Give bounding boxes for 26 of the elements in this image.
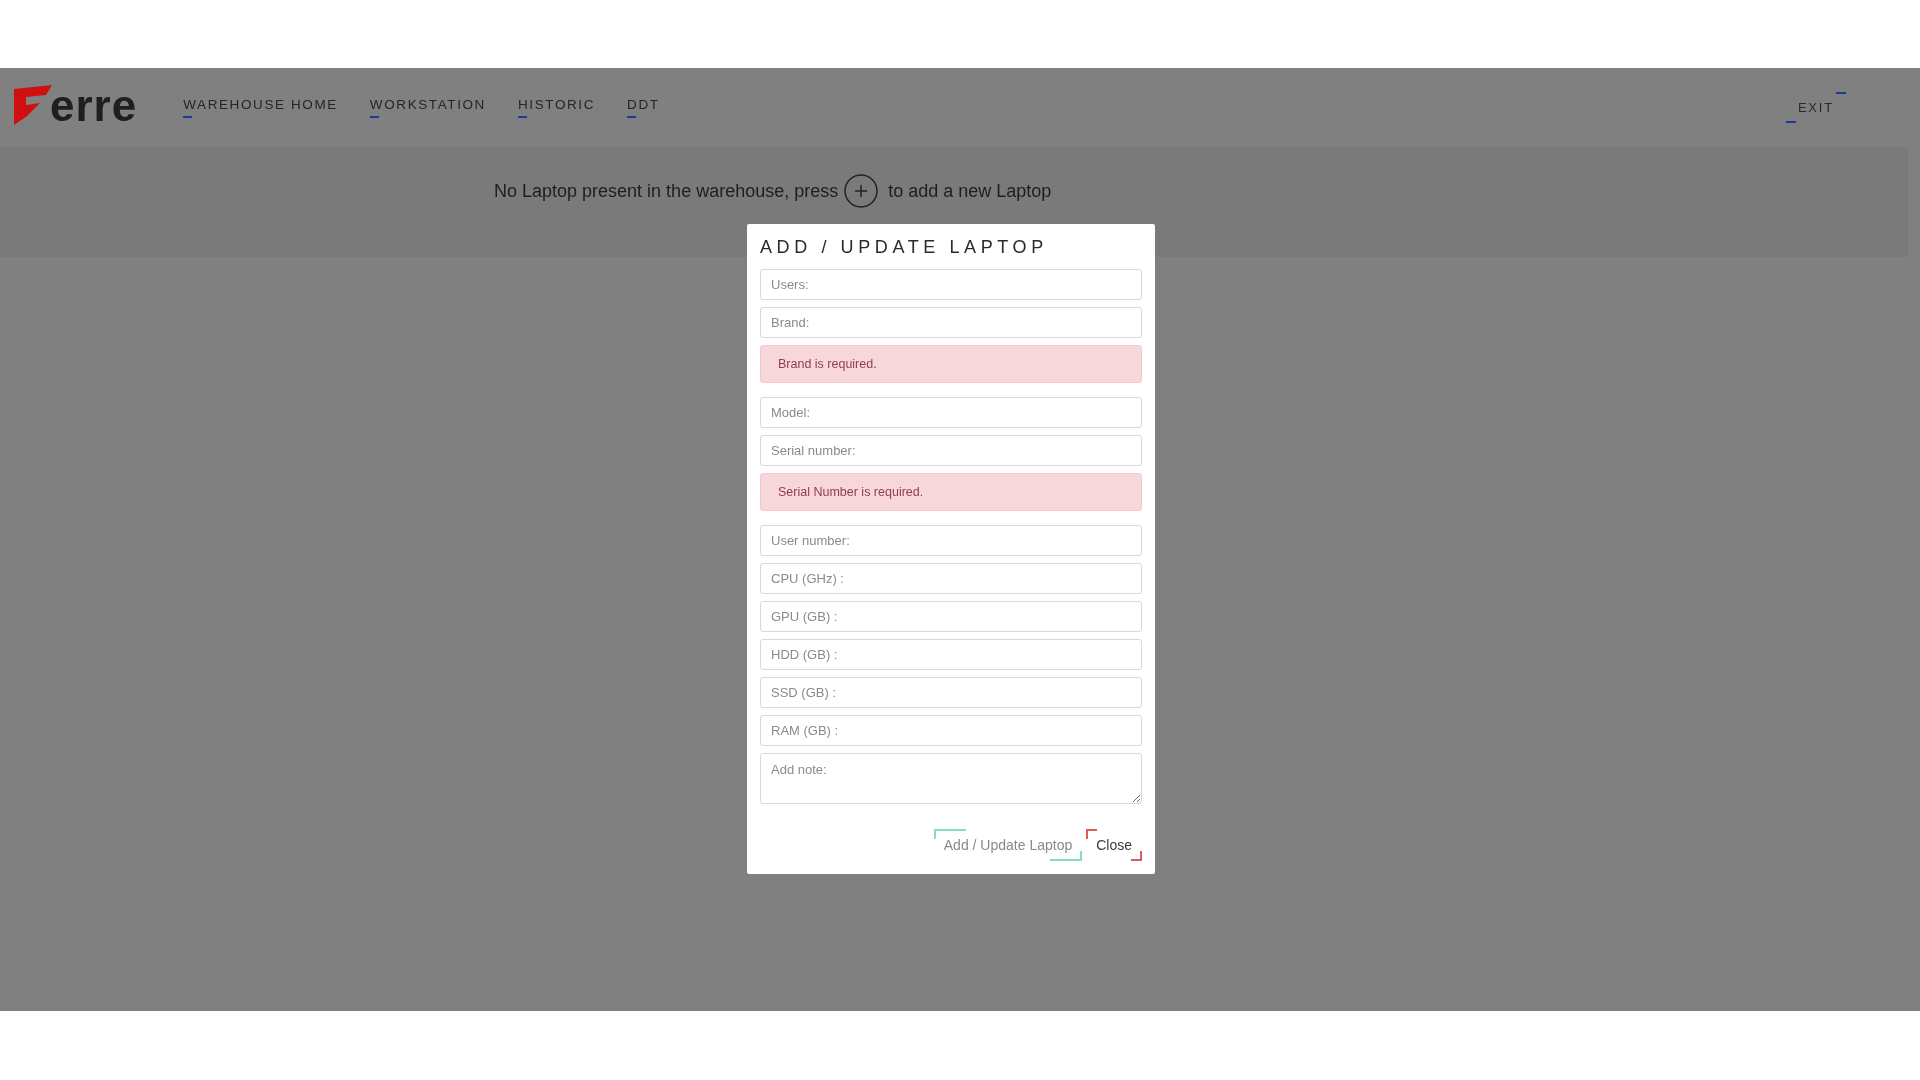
- close-button[interactable]: Close: [1086, 829, 1142, 861]
- text-field[interactable]: CPU (GHz) :: [760, 563, 1142, 594]
- logo-text: erre: [50, 83, 138, 128]
- submit-button[interactable]: Add / Update Laptop: [933, 829, 1083, 861]
- text-field[interactable]: Model:: [760, 397, 1142, 428]
- error-alert: Serial Number is required.: [760, 473, 1142, 511]
- nav-link[interactable]: WORKSTATION: [369, 97, 486, 118]
- text-field[interactable]: RAM (GB) :: [760, 715, 1142, 746]
- text-field[interactable]: User number:: [760, 525, 1142, 556]
- logo-mark-icon: [12, 84, 52, 127]
- text-field[interactable]: GPU (GB) :: [760, 601, 1142, 632]
- error-alert: Brand is required.: [760, 345, 1142, 383]
- empty-message: No Laptop present in the warehouse, press: [494, 180, 839, 202]
- text-field[interactable]: Users:: [760, 269, 1142, 300]
- nav-link[interactable]: WAREHOUSE HOME: [183, 97, 338, 118]
- nav-link[interactable]: DDT: [627, 97, 660, 118]
- text-field[interactable]: SSD (GB) :: [760, 677, 1142, 708]
- exit-link[interactable]: EXIT: [1785, 92, 1846, 123]
- empty-message: to add a new Laptop: [888, 180, 1052, 202]
- nav-link[interactable]: HISTORIC: [517, 97, 596, 118]
- dialog-title: ADD / UPDATE LAPTOP: [760, 237, 1049, 258]
- text-field[interactable]: Serial number:: [760, 435, 1142, 466]
- text-field[interactable]: HDD (GB) :: [760, 639, 1142, 670]
- text-field[interactable]: Brand:: [760, 307, 1142, 338]
- note-field[interactable]: Add note:: [760, 753, 1142, 804]
- add-icon[interactable]: [844, 174, 879, 208]
